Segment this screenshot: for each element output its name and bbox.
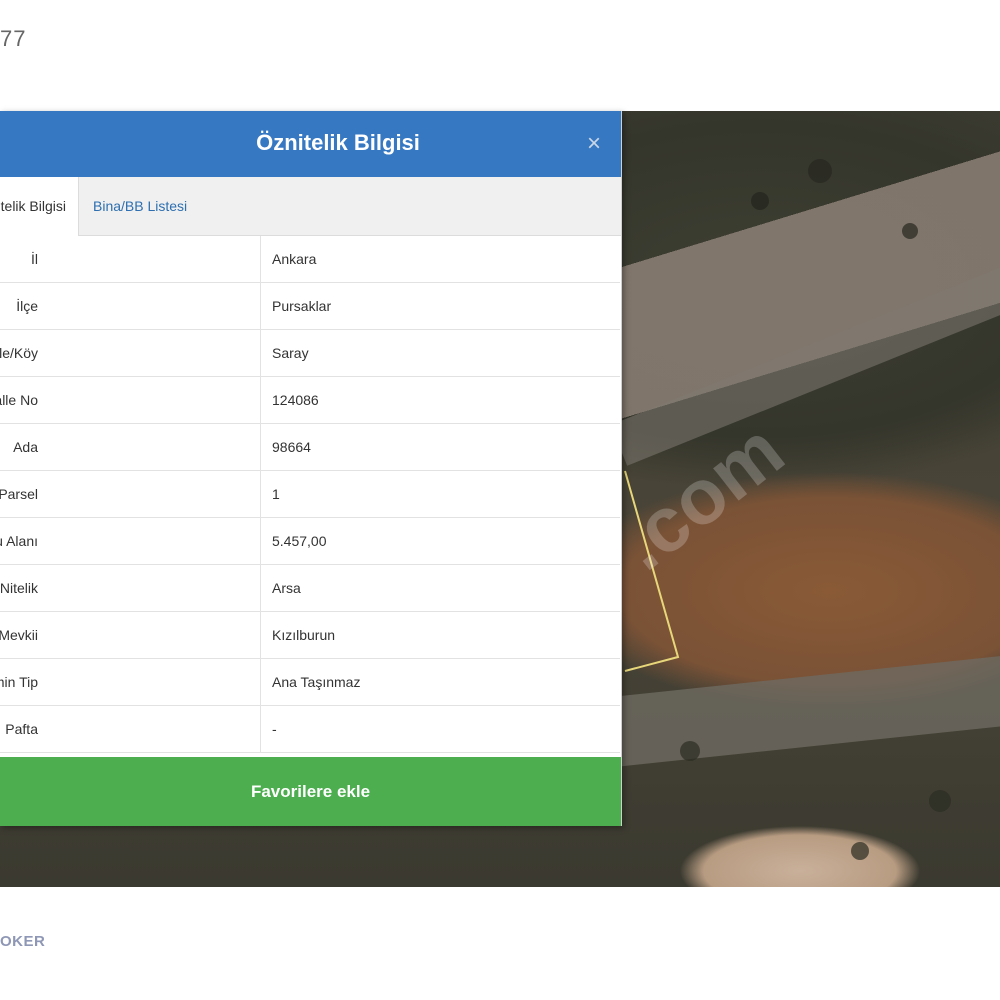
row-value: 1 (272, 486, 280, 502)
attribute-info-dialog: Öznitelik Bilgisi × Öznitelik Bilgisi Bi… (0, 111, 622, 826)
row-value: - (272, 721, 277, 737)
row-value: Ankara (272, 251, 317, 267)
row-label-cell: Zemin Tip (0, 659, 261, 705)
row-label-cell: Mahalle/Köy (0, 330, 261, 376)
table-row: Tapu Alanı 5.457,00 (0, 518, 620, 565)
table-row: İlçe Pursaklar (0, 283, 620, 330)
dialog-tabs: Öznitelik Bilgisi Bina/BB Listesi (0, 177, 621, 236)
row-label: Nitelik (0, 580, 38, 596)
close-icon[interactable]: × (582, 132, 606, 156)
row-label: Mevkii (0, 627, 38, 643)
row-label: İl (31, 251, 38, 267)
row-label: Mahalle No (0, 392, 38, 408)
attribute-table: İl Ankara İlçe Pursaklar Mahalle/Köy Sar… (0, 236, 620, 753)
row-value: 98664 (272, 439, 311, 455)
row-value: Kızılburun (272, 627, 336, 643)
dialog-title: Öznitelik Bilgisi (256, 130, 420, 155)
listing-number: 77 (0, 26, 27, 51)
tab-building-list[interactable]: Bina/BB Listesi (93, 177, 187, 235)
row-label-cell: Ada (0, 424, 261, 470)
row-label-cell: Parsel (0, 471, 261, 517)
row-label-cell: İl (0, 236, 261, 282)
dialog-header: Öznitelik Bilgisi × (0, 111, 621, 177)
row-label-cell: İlçe (0, 283, 261, 329)
row-value: Ana Taşınmaz (272, 674, 361, 690)
row-label: İlçe (16, 298, 38, 314)
row-label: Tapu Alanı (0, 533, 38, 549)
row-value: Saray (272, 345, 309, 361)
brand-logo-text: OKER (0, 933, 46, 950)
row-label-cell: Mevkii (0, 612, 261, 658)
row-value: 124086 (272, 392, 319, 408)
table-row: Mahalle/Köy Saray (0, 330, 620, 377)
row-label: Zemin Tip (0, 674, 38, 690)
table-row: Mevkii Kızılburun (0, 612, 620, 659)
row-label: Ada (13, 439, 38, 455)
table-row: Ada 98664 (0, 424, 620, 471)
table-row: İl Ankara (0, 236, 620, 283)
add-to-favorites-button[interactable]: Favorilere ekle (0, 757, 621, 826)
row-value: Arsa (272, 580, 301, 596)
row-label: Parsel (0, 486, 38, 502)
table-row: Pafta - (0, 706, 620, 753)
row-label-cell: Nitelik (0, 565, 261, 611)
row-label: Mahalle/Köy (0, 345, 38, 361)
tab-attribute-info[interactable]: Öznitelik Bilgisi (0, 177, 79, 236)
row-label-cell: Pafta (0, 706, 261, 752)
table-row: Zemin Tip Ana Taşınmaz (0, 659, 620, 706)
row-label-cell: Tapu Alanı (0, 518, 261, 564)
row-value: Pursaklar (272, 298, 332, 314)
row-value: 5.457,00 (272, 533, 327, 549)
tab-label: Öznitelik Bilgisi (0, 198, 66, 214)
table-row: Mahalle No 124086 (0, 377, 620, 424)
table-row: Nitelik Arsa (0, 565, 620, 612)
table-row: Parsel 1 (0, 471, 620, 518)
row-label: Pafta (5, 721, 38, 737)
row-label-cell: Mahalle No (0, 377, 261, 423)
